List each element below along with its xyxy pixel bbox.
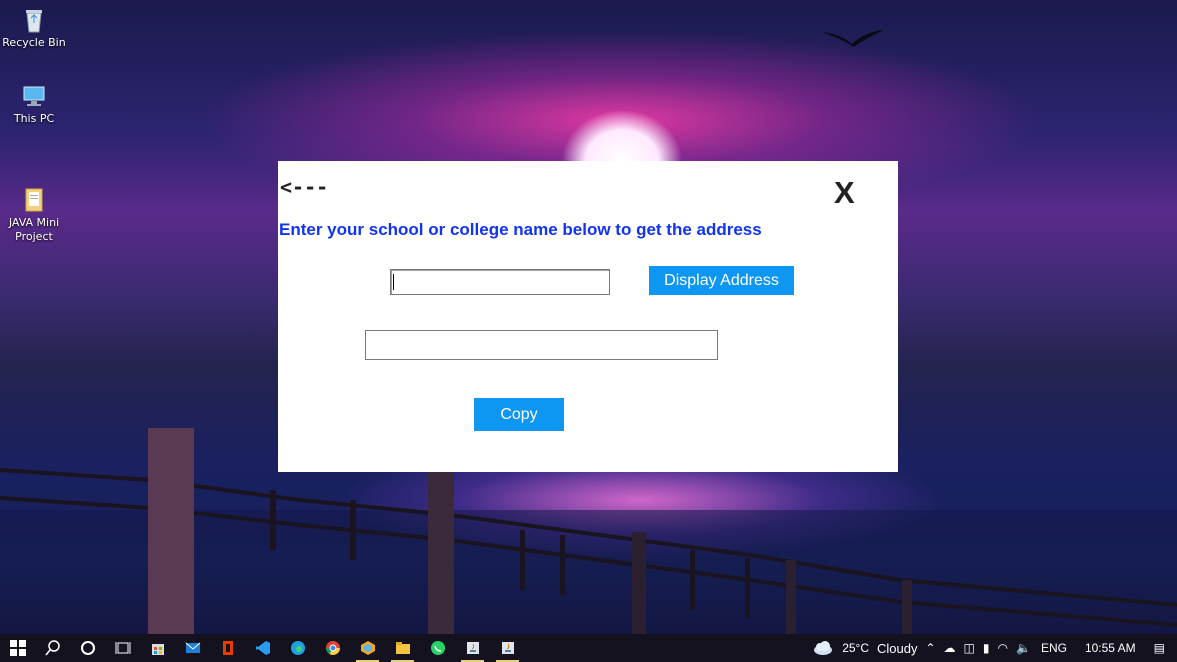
weather-condition[interactable]: Cloudy (877, 641, 917, 656)
whatsapp-app[interactable] (420, 634, 455, 662)
edge-app[interactable] (280, 634, 315, 662)
taskbar: 25°C Cloudy ⌃ ☁ ◫ ▮ ◠ 🔈 ENG 10:55 AM ▤ (0, 634, 1177, 662)
clock[interactable]: 10:55 AM (1085, 641, 1136, 655)
store-icon (151, 644, 164, 655)
cloud-icon (814, 641, 833, 655)
recycle-bin-icon (20, 6, 48, 34)
folder-icon (20, 172, 48, 212)
desktop-icon-label: This PC (13, 112, 55, 125)
task-view-button[interactable] (105, 634, 140, 662)
chrome-icon (325, 641, 340, 655)
edge-icon (290, 641, 305, 655)
task-view-icon (115, 642, 130, 654)
battery-icon[interactable]: ▮ (983, 641, 990, 655)
search-button[interactable] (35, 634, 70, 662)
java-icon (501, 642, 514, 654)
bird-silhouette (822, 30, 884, 47)
chevron-up-icon[interactable]: ⌃ (925, 641, 935, 655)
copy-button[interactable]: Copy (474, 398, 564, 431)
wifi-icon[interactable]: ◠ (998, 641, 1008, 655)
onedrive-icon[interactable]: ☁ (944, 641, 956, 655)
java-mini-project-desktop-icon[interactable]: JAVA Mini Project (2, 158, 66, 258)
address-lookup-dialog: <--- X Enter your school or college name… (278, 161, 898, 472)
whatsapp-icon (430, 641, 445, 655)
volume-icon[interactable]: 🔈 (1016, 641, 1031, 655)
mail-app[interactable] (175, 634, 210, 662)
store-app[interactable] (140, 634, 175, 662)
this-pc-desktop-icon[interactable]: This PC (2, 82, 66, 126)
cortana-button[interactable] (70, 634, 105, 662)
desktop-icon-label: JAVA Mini Project (8, 216, 60, 243)
computer-icon (20, 82, 48, 110)
java-app-1[interactable] (455, 634, 490, 662)
office-app[interactable] (210, 634, 245, 662)
school-name-input[interactable] (390, 269, 610, 295)
address-output-field[interactable] (365, 330, 718, 360)
vscode-app[interactable] (245, 634, 280, 662)
cortana-icon (80, 641, 95, 655)
java-icon (466, 642, 479, 654)
desktop-icon-label: Recycle Bin (2, 36, 66, 49)
system-tray: 25°C Cloudy ⌃ ☁ ◫ ▮ ◠ 🔈 ENG 10:55 AM ▤ (812, 634, 1177, 662)
windows-icon (9, 640, 26, 656)
instruction-label: Enter your school or college name below … (279, 220, 762, 239)
weather-temperature[interactable]: 25°C (842, 641, 869, 655)
app-icon (360, 641, 375, 655)
file-explorer-app[interactable] (385, 634, 420, 662)
close-button[interactable]: X (834, 175, 855, 211)
office-icon (222, 641, 233, 655)
notification-icon[interactable]: ▤ (1154, 641, 1165, 655)
app-7[interactable] (350, 634, 385, 662)
java-app-2[interactable] (490, 634, 525, 662)
folder-icon (395, 642, 410, 654)
chrome-app[interactable] (315, 634, 350, 662)
device-icon[interactable]: ◫ (964, 641, 975, 655)
search-icon (44, 640, 60, 656)
display-address-button[interactable]: Display Address (649, 266, 794, 295)
vscode-icon (255, 641, 270, 655)
back-button[interactable]: <--- (280, 175, 328, 199)
mail-icon (185, 642, 200, 653)
recycle-bin-desktop-icon[interactable]: Recycle Bin (2, 6, 66, 50)
start-button[interactable] (0, 634, 35, 662)
text-caret (393, 274, 394, 290)
language-indicator[interactable]: ENG (1041, 641, 1067, 655)
